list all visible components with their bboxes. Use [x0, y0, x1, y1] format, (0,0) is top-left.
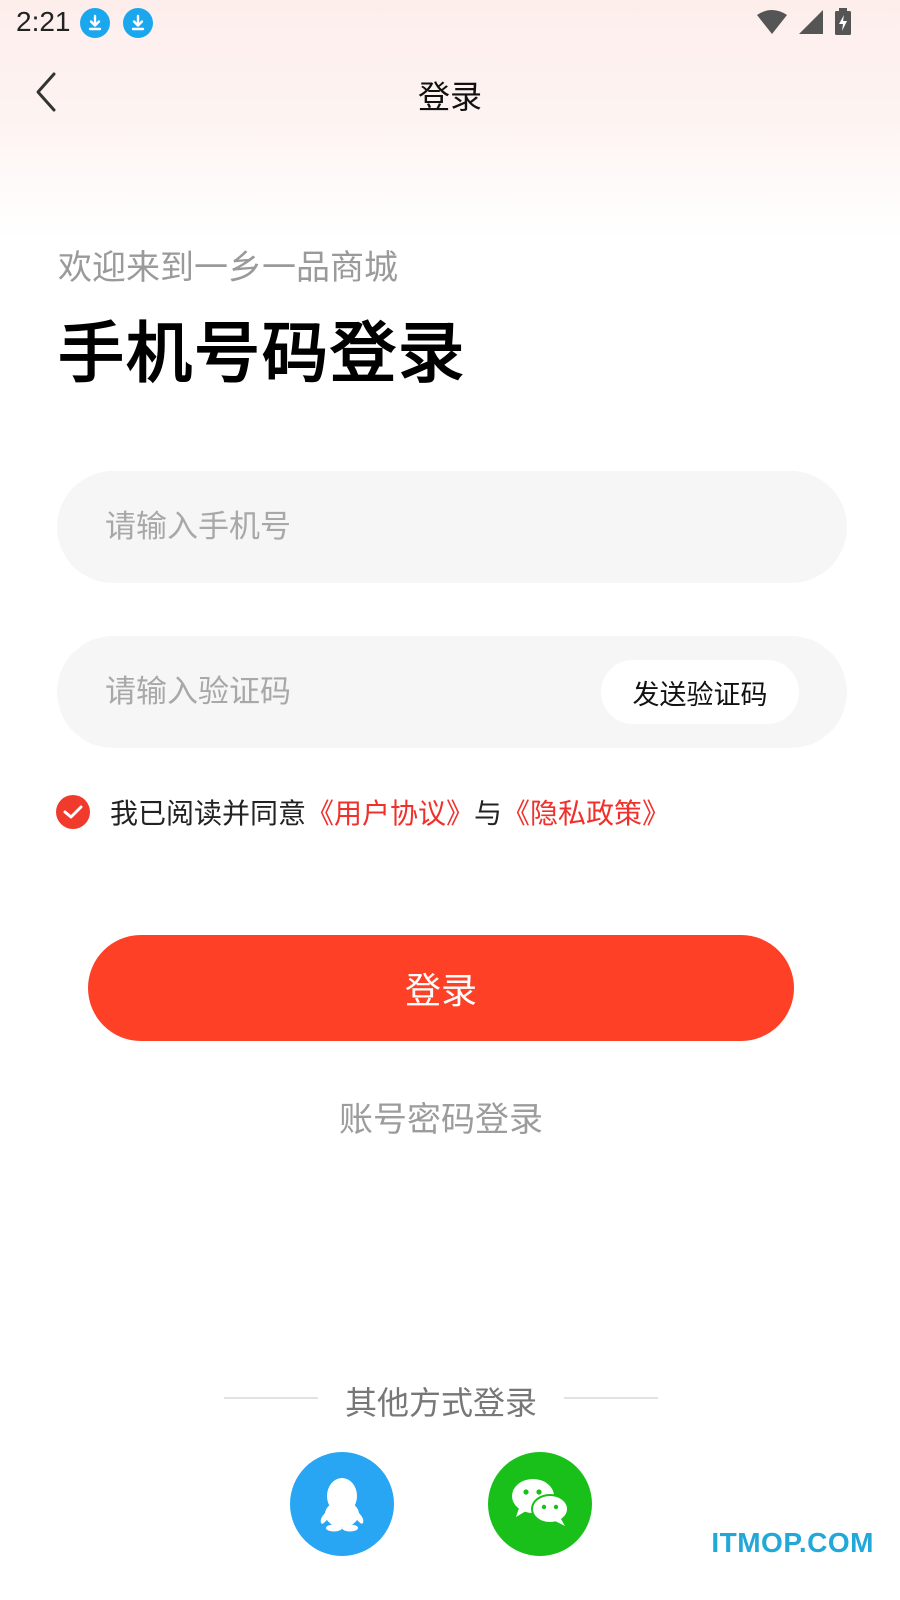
- verification-code-input[interactable]: [105, 636, 625, 748]
- code-input-container: 发送验证码: [57, 636, 847, 748]
- divider-line-right: [564, 1397, 658, 1399]
- agreement-row: 我已阅读并同意 《用户协议》 与 《隐私政策》: [56, 792, 670, 832]
- user-agreement-link[interactable]: 《用户协议》: [306, 792, 474, 832]
- welcome-text: 欢迎来到一乡一品商城: [58, 248, 398, 288]
- status-time: 2:21: [16, 6, 71, 37]
- phone-input-container: [57, 471, 847, 583]
- wechat-icon: [509, 1476, 571, 1532]
- status-bar: 2:21: [0, 0, 900, 48]
- agreement-prefix: 我已阅读并同意: [110, 797, 307, 830]
- wechat-login-button[interactable]: [488, 1452, 592, 1556]
- page-title: 登录: [417, 78, 482, 116]
- battery-icon: [834, 8, 852, 40]
- privacy-policy-link[interactable]: 《隐私政策》: [502, 792, 670, 832]
- qq-icon: [314, 1472, 370, 1536]
- download-icon: [123, 8, 153, 38]
- signal-icon: [798, 9, 824, 39]
- wifi-icon: [756, 9, 788, 39]
- download-icon: [80, 8, 110, 38]
- account-password-login-link[interactable]: 账号密码登录: [0, 1092, 882, 1141]
- phone-input[interactable]: [105, 471, 625, 583]
- nav-bar: 登录: [0, 56, 900, 128]
- send-code-button[interactable]: 发送验证码: [601, 660, 799, 724]
- other-login-divider: 其他方式登录: [0, 1376, 882, 1422]
- qq-login-button[interactable]: [290, 1452, 394, 1556]
- login-button[interactable]: 登录: [88, 935, 794, 1041]
- watermark-text: ITMOP.COM: [711, 1527, 874, 1558]
- check-icon[interactable]: [56, 795, 90, 829]
- agreement-and: 与: [474, 797, 503, 830]
- login-heading: 手机号码登录: [58, 315, 466, 392]
- other-login-label: 其他方式登录: [344, 1384, 537, 1422]
